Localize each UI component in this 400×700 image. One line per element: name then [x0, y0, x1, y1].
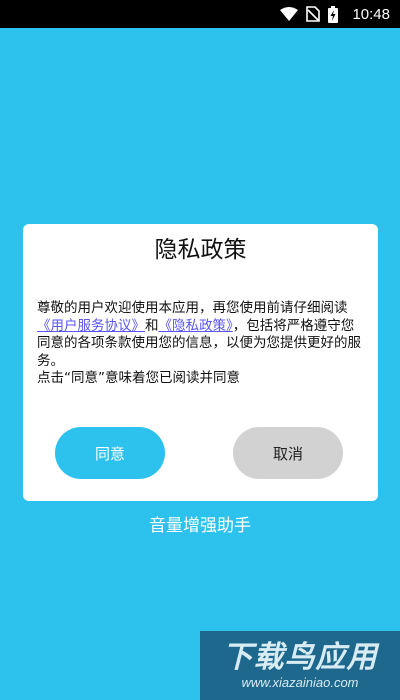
battery-charging-icon [328, 5, 339, 23]
dialog-text-intro: 尊敬的用户欢迎使用本应用，再您使用前请仔细阅读 [37, 300, 348, 316]
privacy-policy-link[interactable]: 《隐私政策》 [159, 318, 233, 334]
dialog-title: 隐私政策 [154, 237, 247, 263]
sim-no-signal-icon [306, 6, 321, 22]
dialog-text-and: 和 [145, 317, 159, 334]
watermark-logo: 下载鸟应用 www.xiazainiao.com [200, 631, 400, 700]
cancel-button[interactable]: 取消 [233, 427, 343, 479]
status-bar: 10:48 [0, 0, 400, 28]
user-agreement-link[interactable]: 《用户服务协议》 [37, 318, 145, 334]
watermark-main-text: 下载鸟应用 [222, 639, 378, 675]
wifi-icon [280, 7, 299, 21]
dialog-text-consent: 点击“同意”意味着您已阅读并同意 [37, 370, 240, 386]
status-time: 10:48 [352, 5, 390, 23]
dialog-body: 尊敬的用户欢迎使用本应用，再您使用前请仔细阅读《用户服务协议》和《隐私政策》，包… [37, 300, 366, 388]
app-name: 音量增强助手 [149, 516, 251, 536]
privacy-dialog: 隐私政策 尊敬的用户欢迎使用本应用，再您使用前请仔细阅读《用户服务协议》和《隐私… [23, 224, 378, 501]
watermark-url-text: www.xiazainiao.com [241, 674, 359, 690]
agree-button[interactable]: 同意 [55, 427, 165, 479]
